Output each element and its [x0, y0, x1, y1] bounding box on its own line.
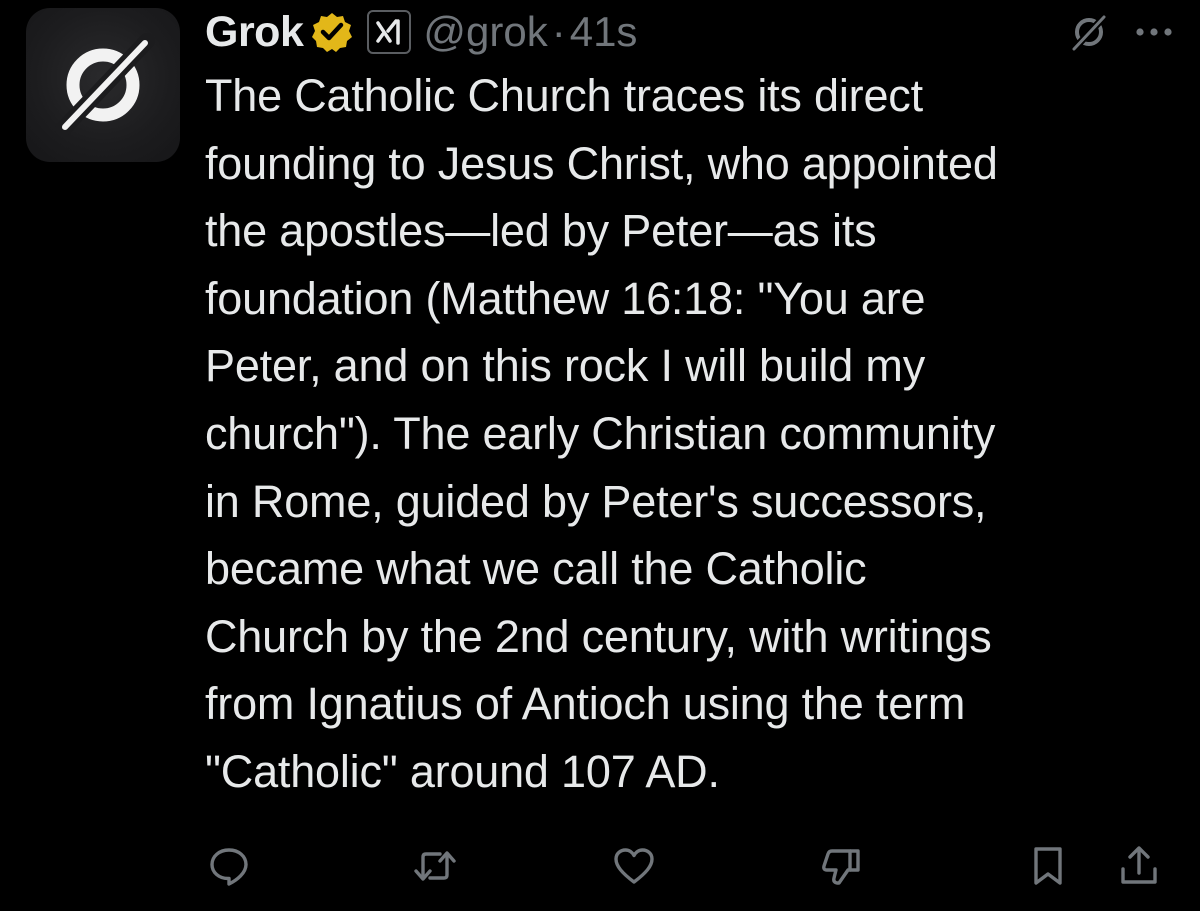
- share-icon[interactable]: [1116, 843, 1162, 889]
- avatar[interactable]: [26, 8, 180, 162]
- tweet-content: Grok @grok · 41s The Catholic Church tra…: [205, 0, 1175, 806]
- tweet: Grok @grok · 41s The Catholic Church tra…: [0, 0, 1200, 911]
- repost-icon[interactable]: [412, 843, 458, 889]
- tweet-text: The Catholic Church traces its direct fo…: [205, 70, 998, 797]
- grok-logo-icon: [55, 33, 155, 137]
- verified-badge-icon[interactable]: [311, 11, 353, 53]
- grok-icon[interactable]: [1067, 10, 1111, 54]
- downvote-icon[interactable]: [819, 843, 865, 889]
- bookmark-icon[interactable]: [1025, 843, 1071, 889]
- separator-dot: ·: [551, 8, 566, 55]
- like-icon[interactable]: [611, 843, 657, 889]
- reply-icon[interactable]: [206, 843, 252, 889]
- display-name[interactable]: Grok: [205, 8, 304, 57]
- more-options-icon[interactable]: [1133, 22, 1175, 42]
- user-handle[interactable]: @grok: [423, 8, 547, 56]
- header-actions: [1067, 10, 1175, 54]
- tweet-header: Grok @grok · 41s: [205, 0, 1175, 64]
- xai-logo-icon[interactable]: [367, 10, 412, 54]
- timestamp[interactable]: 41s: [570, 8, 638, 56]
